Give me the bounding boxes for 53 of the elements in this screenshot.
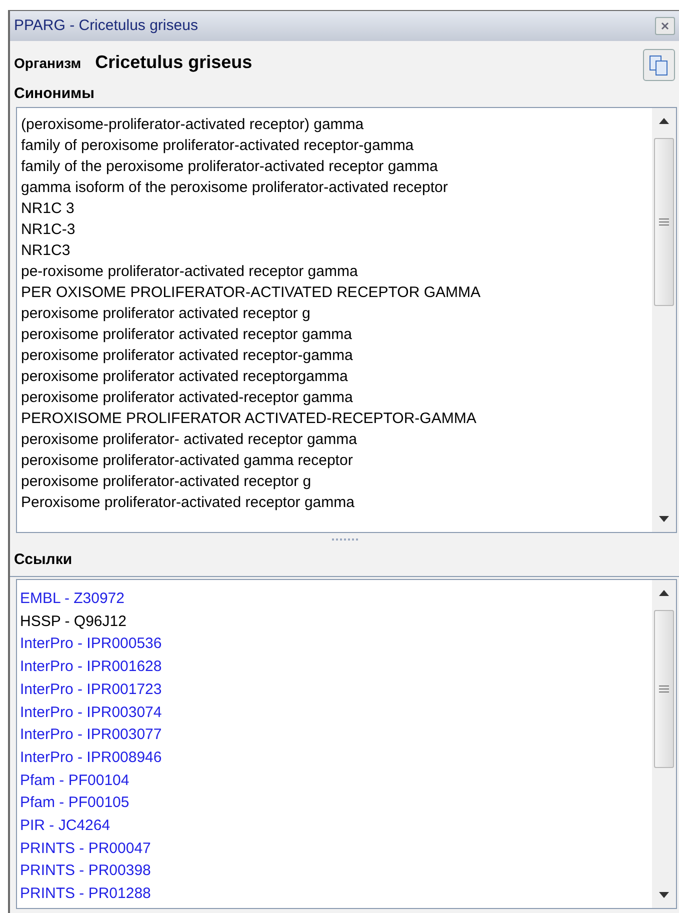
reference-link[interactable]: InterPro - IPR003077 — [20, 724, 162, 747]
synonyms-label: Синонимы — [13, 84, 96, 104]
scrollbar[interactable] — [652, 580, 676, 908]
synonym-item[interactable]: pe-roxisome proliferator-activated receptor gamma — [21, 261, 648, 282]
reference-link[interactable]: InterPro - IPR008946 — [20, 746, 162, 770]
reference-text: HSSP - Q96J12 — [20, 612, 126, 632]
synonym-item[interactable]: family of peroxisome proliferator-activated receptor-gamma — [21, 135, 648, 156]
reference-link[interactable]: EMBL - Z30972 — [20, 588, 124, 611]
links-label: Ссылки — [14, 550, 72, 570]
scroll-down-icon[interactable] — [659, 892, 669, 898]
scroll-thumb[interactable] — [654, 138, 674, 306]
reference-link[interactable]: InterPro - IPR001628 — [20, 656, 162, 679]
reference-link[interactable]: InterPro - IPR003074 — [20, 702, 162, 724]
synonym-item[interactable]: PEROXISOME PROLIFERATOR ACTIVATED-RECEPTOR-GAMMA — [21, 408, 648, 429]
grip-icon — [659, 685, 669, 693]
synonym-item[interactable]: peroxisome proliferator activated receptorgamma — [21, 366, 648, 387]
scroll-thumb[interactable] — [654, 610, 674, 768]
grip-icon — [659, 218, 669, 226]
scroll-down-icon[interactable] — [659, 516, 669, 522]
synonym-item[interactable]: peroxisome proliferator-activated gamma receptor — [21, 450, 648, 471]
close-icon — [661, 22, 669, 30]
synonym-item[interactable]: peroxisome proliferator- activated receptor gamma — [21, 429, 648, 450]
scroll-up-icon[interactable] — [659, 118, 669, 124]
scroll-up-icon[interactable] — [659, 590, 669, 596]
synonym-item[interactable]: NR1C-3 — [21, 219, 648, 240]
organism-label: Организм — [14, 54, 82, 73]
synonym-item[interactable]: peroxisome proliferator activated receptor g — [21, 303, 648, 324]
synonym-item[interactable]: peroxisome proliferator activated-receptor gamma — [21, 387, 648, 408]
copy-icon — [648, 54, 670, 76]
reference-link[interactable]: PIR - JC4264 — [20, 815, 110, 838]
organism-value: Cricetulus griseus — [95, 51, 252, 74]
reference-link[interactable]: Pfam - PF00105 — [20, 792, 130, 816]
scrollbar[interactable] — [652, 108, 676, 532]
splitter-grip-icon[interactable] — [332, 538, 358, 540]
reference-link[interactable]: PRINTS - PR00398 — [20, 860, 151, 884]
synonym-item[interactable]: NR1C3 — [21, 240, 648, 261]
reference-link[interactable]: InterPro - IPR001723 — [20, 678, 162, 702]
synonym-item[interactable]: NR1C 3 — [21, 198, 648, 219]
synonym-item[interactable]: peroxisome proliferator activated receptor-gamma — [21, 345, 648, 366]
synonym-item[interactable]: family of the peroxisome proliferator-activated receptor gamma — [21, 156, 648, 177]
window-title: PPARG - Cricetulus griseus — [14, 16, 198, 36]
reference-link[interactable]: PRINTS - PR00047 — [20, 838, 151, 860]
synonym-item[interactable]: peroxisome proliferator-activated receptor g — [21, 471, 648, 492]
synonym-item[interactable]: gamma isoform of the peroxisome proliferator-activated receptor — [21, 177, 648, 198]
synonym-item[interactable]: PER OXISOME PROLIFERATOR-ACTIVATED RECEPTOR GAMMA — [21, 282, 648, 303]
close-button[interactable] — [655, 17, 675, 35]
reference-link[interactable]: InterPro - IPR000536 — [20, 633, 162, 656]
synonym-item[interactable]: (peroxisome-proliferator-activated receptor) gamma — [21, 114, 648, 135]
synonym-item[interactable]: peroxisome proliferator activated receptor gamma — [21, 324, 648, 345]
reference-link[interactable]: PRINTS - PR01288 — [20, 883, 151, 906]
copy-button[interactable] — [643, 49, 675, 81]
reference-link[interactable]: Pfam - PF00104 — [20, 770, 130, 792]
synonym-item[interactable]: Peroxisome proliferator-activated receptor gamma — [21, 492, 648, 513]
